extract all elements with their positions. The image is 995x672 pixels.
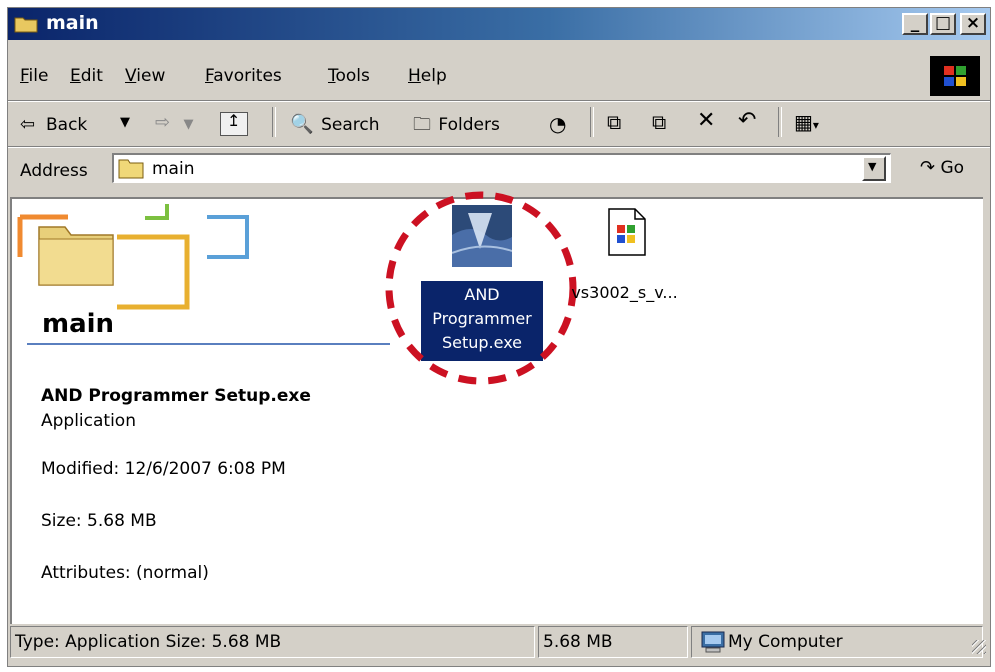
- status-type-size: Type: Application Size: 5.68 MB: [10, 626, 535, 658]
- folder-view[interactable]: main AND Programmer Setup.exe Applicatio…: [10, 191, 983, 624]
- highlight-circle: [385, 191, 577, 385]
- file-item-vs3002[interactable]: vs3002_s_v...: [557, 201, 692, 311]
- menu-edit[interactable]: Edit: [70, 66, 103, 86]
- search-button[interactable]: 🔍 Search: [290, 112, 379, 135]
- folder-icon: [38, 226, 114, 286]
- views-icon: ▦: [794, 110, 813, 134]
- move-to-icon[interactable]: ⧉: [607, 110, 621, 134]
- toolbar-divider: [8, 146, 990, 148]
- windows-logo-icon: [930, 56, 980, 96]
- status-size: 5.68 MB: [538, 626, 688, 658]
- up-folder-button[interactable]: ↥: [220, 111, 248, 136]
- menu-file[interactable]: File: [20, 66, 48, 86]
- folder-icon: [118, 159, 144, 179]
- toolbar-separator: [590, 107, 594, 137]
- folders-icon: 🗀: [413, 114, 431, 135]
- address-value: main: [152, 159, 195, 179]
- forward-button[interactable]: ⇨ ▼: [155, 112, 194, 133]
- back-arrow-icon: ⇦: [20, 114, 36, 135]
- up-arrow-icon: ↥: [227, 111, 241, 130]
- details-modified: Modified: 12/6/2007 6:08 PM: [41, 459, 286, 479]
- details-file-type: Application: [41, 411, 136, 431]
- chevron-down-icon: ▼: [120, 115, 130, 130]
- chevron-down-icon: ▾: [812, 118, 819, 132]
- views-button[interactable]: ▦▾: [794, 110, 819, 134]
- search-icon: 🔍: [290, 113, 314, 135]
- window-title: main: [46, 12, 99, 34]
- menu-help[interactable]: Help: [408, 66, 447, 86]
- details-file-name: AND Programmer Setup.exe: [41, 386, 311, 406]
- chevron-down-icon: ▼: [183, 117, 194, 132]
- details-attributes: Attributes: (normal): [41, 563, 209, 583]
- details-size: Size: 5.68 MB: [41, 511, 157, 531]
- toolbar-separator: [272, 107, 276, 137]
- menu-view[interactable]: View: [125, 66, 165, 86]
- go-button[interactable]: ↷ Go: [920, 157, 964, 178]
- go-arrow-icon: ↷: [920, 157, 936, 178]
- menu-divider: [8, 100, 990, 102]
- delete-icon[interactable]: ✕: [697, 108, 715, 133]
- menu-favorites[interactable]: Favorites: [205, 66, 282, 86]
- status-zone: My Computer: [691, 626, 983, 658]
- address-label: Address: [20, 161, 88, 181]
- resize-grip[interactable]: [972, 640, 986, 654]
- computer-icon: [701, 631, 725, 653]
- menu-tools[interactable]: Tools: [328, 66, 370, 86]
- folder-icon: [14, 17, 38, 33]
- title-bar[interactable]: main _ □ ×: [8, 8, 990, 40]
- toolbar-separator: [778, 107, 782, 137]
- file-label: vs3002_s_v...: [571, 283, 678, 302]
- maximize-button[interactable]: □: [930, 13, 956, 35]
- minimize-button[interactable]: _: [902, 13, 928, 35]
- address-input[interactable]: main ▼: [112, 153, 891, 183]
- forward-arrow-icon: ⇨: [155, 112, 171, 133]
- history-icon[interactable]: ◔: [549, 112, 566, 136]
- chevron-down-icon: ▼: [868, 160, 877, 173]
- close-button[interactable]: ×: [960, 13, 986, 35]
- panel-folder-title: main: [42, 309, 115, 339]
- undo-icon[interactable]: ↶: [738, 108, 756, 133]
- media-file-icon: [608, 208, 646, 256]
- address-dropdown-button[interactable]: ▼: [862, 156, 886, 181]
- folders-button[interactable]: 🗀 Folders: [413, 112, 500, 142]
- copy-to-icon[interactable]: ⧉: [652, 110, 666, 134]
